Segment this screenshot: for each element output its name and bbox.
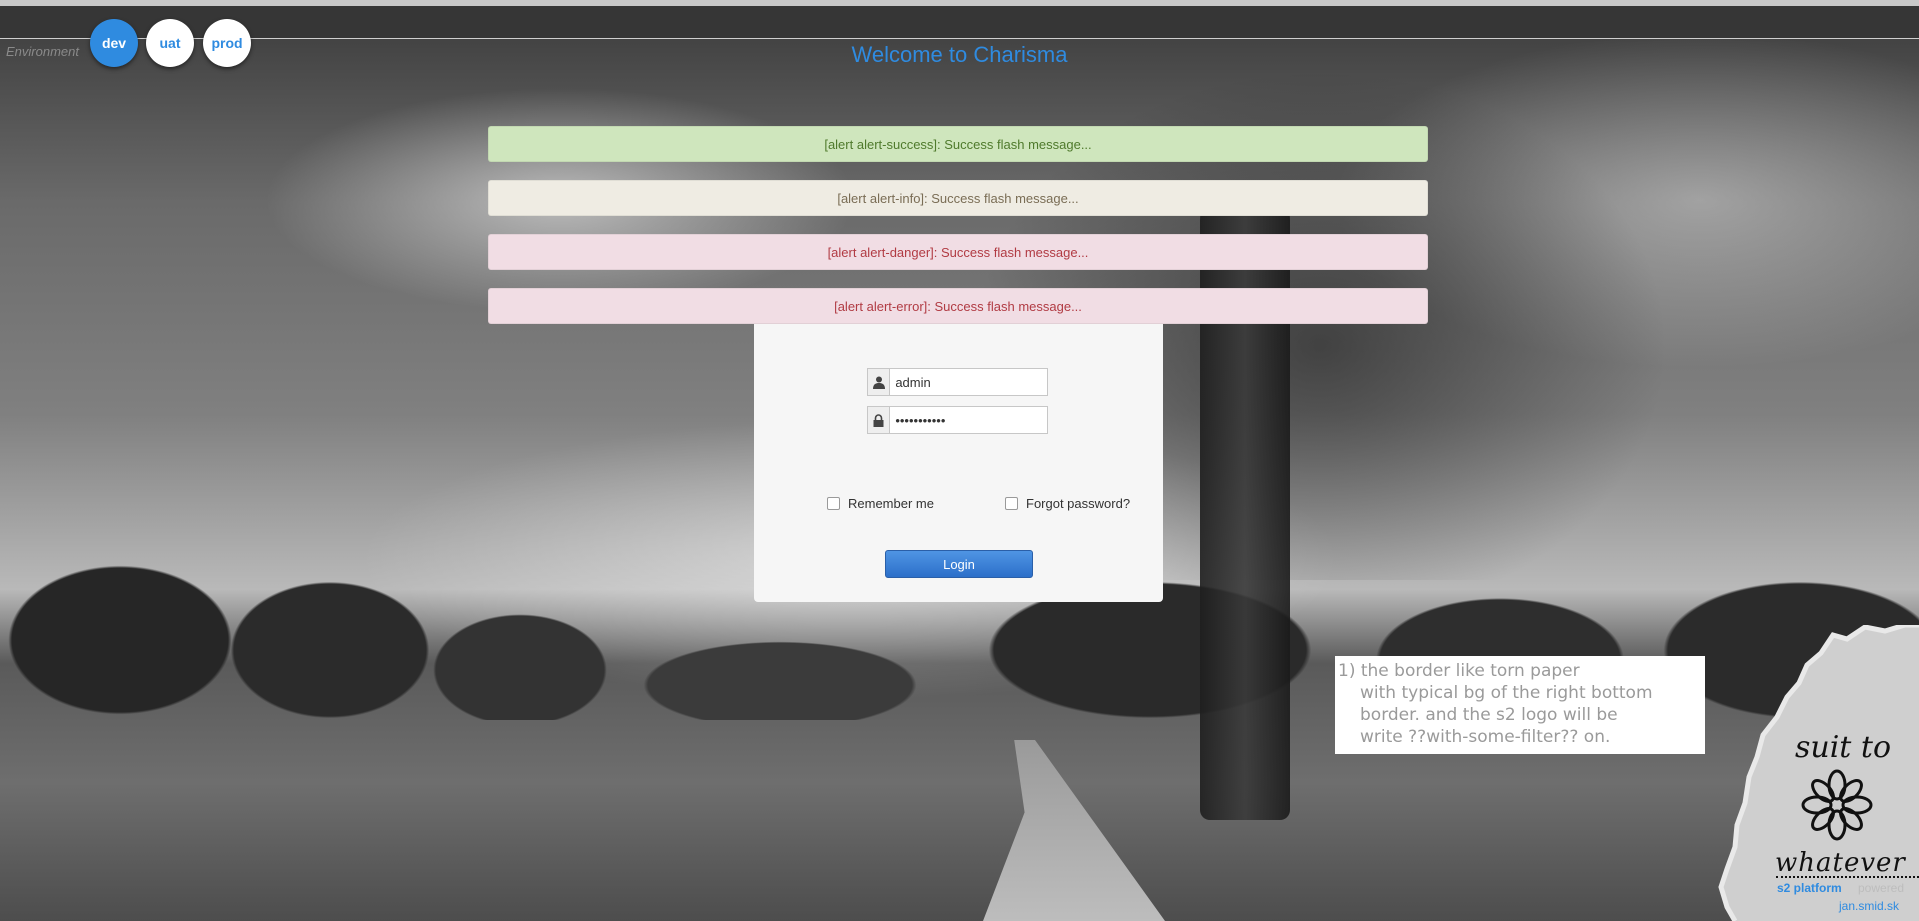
logo-dotted-divider (1776, 876, 1919, 878)
password-input[interactable] (890, 407, 1047, 433)
alert-success: [alert alert-success]: Success flash mes… (488, 126, 1428, 162)
alert-error-text: [alert alert-error]: Success flash messa… (834, 298, 1082, 314)
tree-trunk-decoration (1200, 180, 1290, 820)
username-field (867, 368, 1048, 396)
alert-danger: [alert alert-danger]: Success flash mess… (488, 234, 1428, 270)
annotation-note: 1) the border like torn paper with typic… (1335, 656, 1705, 754)
author-link[interactable]: jan.smid.sk (1839, 899, 1899, 913)
page-title: Welcome to Charisma (851, 42, 1068, 67)
top-bar (0, 0, 1919, 38)
forgot-password-checkbox[interactable] (1005, 497, 1018, 510)
alert-error: [alert alert-error]: Success flash messa… (488, 288, 1428, 324)
note-line-2: with typical bg of the right bottom (1360, 683, 1653, 703)
logo-text-bottom: whatever (1775, 848, 1906, 878)
alert-info-text: [alert alert-info]: Success flash messag… (837, 190, 1079, 206)
powered-label: powered (1858, 881, 1905, 895)
remember-me-label: Remember me (848, 496, 934, 511)
top-bar-divider (0, 38, 1919, 39)
flower-logo-icon (1801, 769, 1873, 841)
logo-text-top: suit to (1795, 730, 1892, 765)
login-button[interactable]: Login (885, 550, 1033, 578)
alert-danger-text: [alert alert-danger]: Success flash mess… (827, 244, 1089, 260)
forgot-password-option[interactable]: Forgot password? (1005, 496, 1130, 511)
username-input[interactable] (890, 369, 1047, 395)
password-field (867, 406, 1048, 434)
remember-me-checkbox[interactable] (827, 497, 840, 510)
alert-info: [alert alert-info]: Success flash messag… (488, 180, 1428, 216)
brand-link[interactable]: s2 platform (1777, 881, 1842, 895)
forgot-password-label: Forgot password? (1026, 496, 1131, 511)
login-panel: Remember me Forgot password? Login (754, 324, 1163, 602)
alert-success-text: [alert alert-success]: Success flash mes… (824, 136, 1092, 152)
lock-icon (868, 407, 891, 433)
user-icon (868, 369, 891, 395)
remember-me-option[interactable]: Remember me (827, 496, 934, 511)
note-line-4: write ??with-some-filter?? on. (1360, 727, 1611, 747)
note-line-1: 1) the border like torn paper (1338, 661, 1580, 681)
note-line-3: border. and the s2 logo will be (1360, 705, 1618, 725)
